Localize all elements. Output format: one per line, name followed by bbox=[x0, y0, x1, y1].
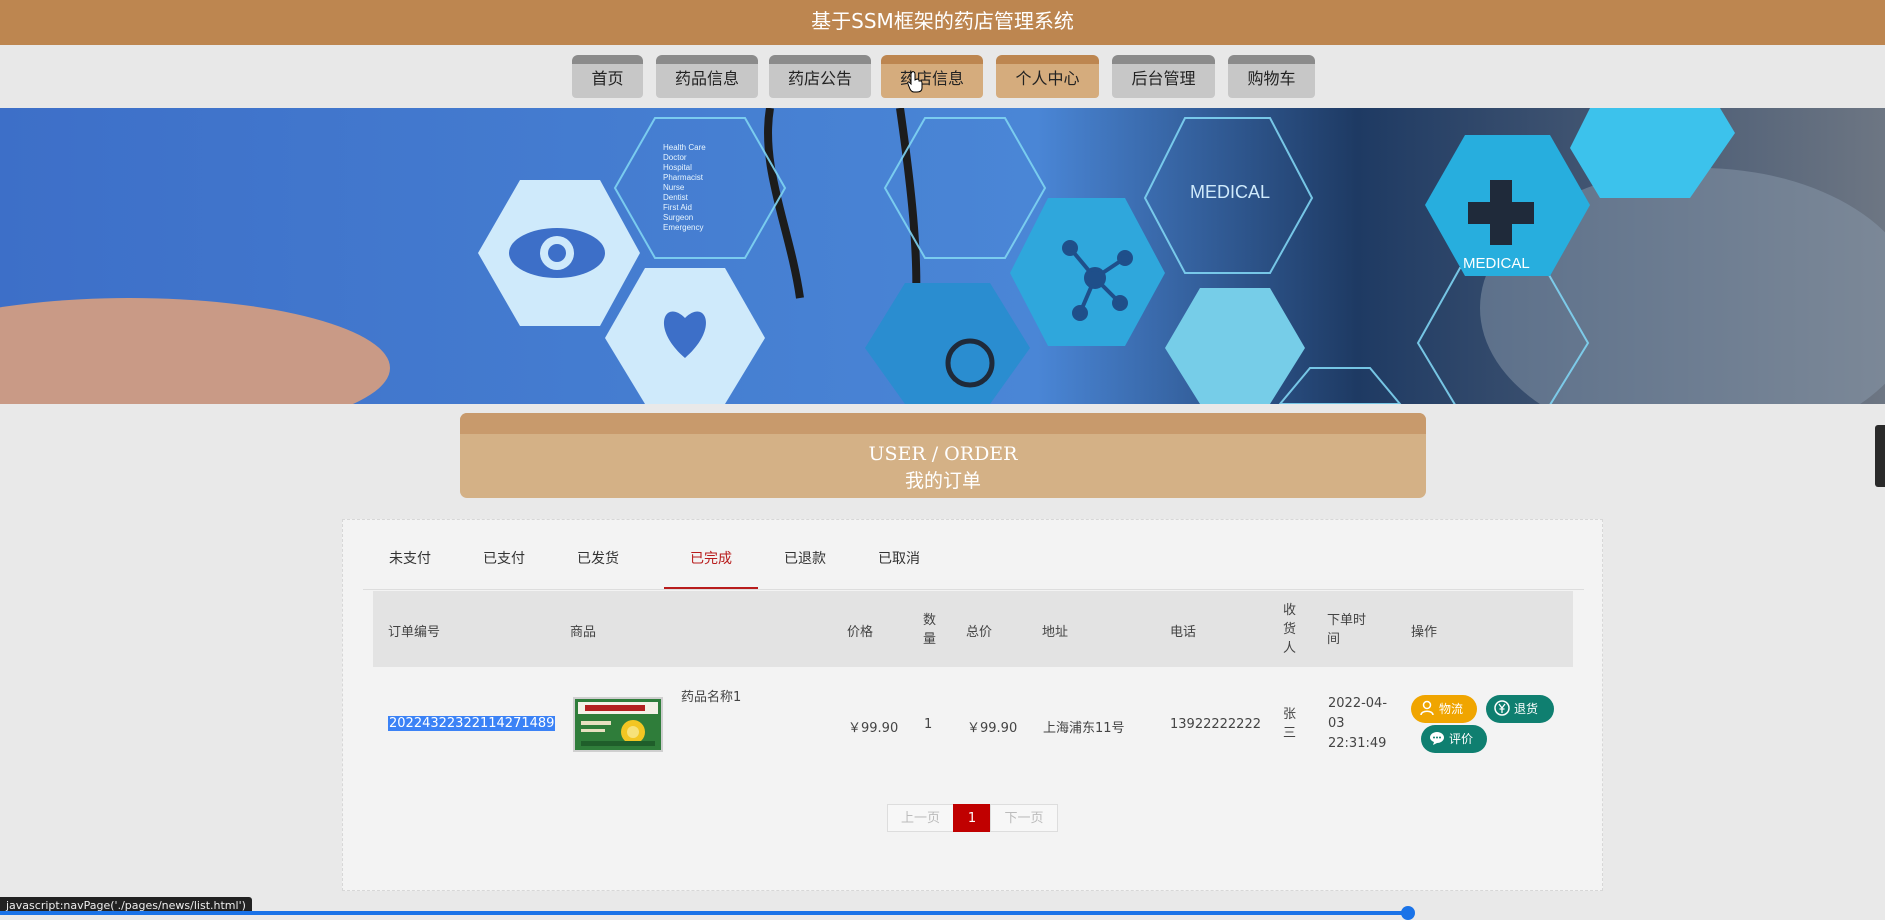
cell-phone: 13922222222 bbox=[1170, 717, 1261, 732]
tab-refunded[interactable]: 已退款 bbox=[758, 535, 852, 589]
side-float-tab[interactable] bbox=[1875, 425, 1885, 487]
tab-paid[interactable]: 已支付 bbox=[457, 535, 551, 589]
app-title: 基于SSM框架的药店管理系统 bbox=[811, 9, 1074, 33]
th-price: 价格 bbox=[847, 625, 874, 640]
th-order-no: 订单编号 bbox=[388, 625, 441, 640]
nav-store-info[interactable]: 药店信息 bbox=[881, 55, 983, 98]
main-nav: 首页 药品信息 药店公告 药店信息 个人中心 后台管理 购物车 bbox=[0, 45, 1885, 108]
hand-cursor-icon bbox=[907, 71, 923, 93]
tab-cancelled[interactable]: 已取消 bbox=[852, 535, 946, 589]
section-title-cn: 我的订单 bbox=[904, 470, 981, 492]
th-order-time: 下单时间 bbox=[1327, 613, 1367, 647]
goods-package-image bbox=[575, 699, 661, 750]
order-table-header: 订单编号 商品 价格 数量 总价 地址 电话 收货人 下单时间 操作 bbox=[373, 591, 1573, 667]
nav-store-notice[interactable]: 药店公告 bbox=[769, 55, 871, 98]
tab-completed[interactable]: 已完成 bbox=[664, 535, 758, 589]
banner-list-text-5: Nurse bbox=[663, 183, 685, 192]
progress-knob bbox=[1401, 906, 1415, 920]
logistics-label: 物流 bbox=[1439, 702, 1464, 716]
th-goods: 商品 bbox=[570, 625, 597, 640]
app-title-bar: 基于SSM框架的药店管理系统 bbox=[0, 0, 1885, 45]
progress-fill bbox=[0, 911, 1408, 915]
section-title-en: USER / ORDER bbox=[868, 443, 1018, 465]
tab-shipped[interactable]: 已发货 bbox=[551, 535, 645, 589]
order-number[interactable]: 20224322322114271489 bbox=[388, 716, 556, 731]
th-total: 总价 bbox=[966, 625, 993, 640]
refund-label: 退货 bbox=[1514, 702, 1539, 716]
refund-button[interactable]: 退货 bbox=[1486, 695, 1554, 723]
comment-icon bbox=[1430, 732, 1444, 745]
banner-hex-label-2: MEDICAL bbox=[1463, 255, 1530, 272]
order-panel: 未支付 已支付 已发货 已完成 已退款 已取消 订单编号 商品 价格 数量 总价… bbox=[342, 519, 1603, 891]
user-icon bbox=[1420, 700, 1434, 716]
tab-unpaid[interactable]: 未支付 bbox=[363, 535, 457, 589]
pagination: 上一页 1 下一页 bbox=[887, 804, 1058, 832]
cell-receiver: 张三 bbox=[1283, 707, 1297, 741]
banner-list-text-2: Doctor bbox=[663, 153, 687, 162]
nav-personal-center[interactable]: 个人中心 bbox=[996, 55, 1099, 98]
next-page-button[interactable]: 下一页 bbox=[990, 804, 1058, 832]
banner-list-text-1: Health Care bbox=[663, 143, 706, 152]
review-button[interactable]: 评价 bbox=[1421, 725, 1487, 753]
page-1-button[interactable]: 1 bbox=[953, 804, 991, 832]
th-receiver: 收货人 bbox=[1283, 603, 1297, 656]
banner-list-text-9: Emergency bbox=[663, 223, 703, 232]
cell-price: ￥99.90 bbox=[848, 721, 899, 736]
banner-list-text-3: Hospital bbox=[663, 163, 692, 172]
cell-qty: 1 bbox=[924, 717, 933, 732]
section-title-box: USER / ORDER 我的订单 bbox=[460, 413, 1426, 498]
banner-list-text-8: Surgeon bbox=[663, 213, 693, 222]
order-status-tabs: 未支付 已支付 已发货 已完成 已退款 已取消 bbox=[363, 535, 1584, 590]
th-phone: 电话 bbox=[1170, 625, 1197, 640]
yen-icon bbox=[1494, 700, 1510, 716]
goods-thumbnail[interactable] bbox=[573, 697, 663, 752]
cell-order-no: 20224322322114271489 bbox=[388, 716, 556, 731]
logistics-button[interactable]: 物流 bbox=[1411, 695, 1477, 723]
cell-address: 上海浦东11号 bbox=[1043, 721, 1125, 736]
nav-drug-info[interactable]: 药品信息 bbox=[656, 55, 758, 98]
hero-banner: MEDICAL MEDICAL Health Care Doctor Hospi… bbox=[0, 108, 1885, 404]
th-actions: 操作 bbox=[1411, 625, 1438, 640]
banner-list-text-7: First Aid bbox=[663, 203, 692, 212]
th-address: 地址 bbox=[1042, 625, 1069, 640]
th-qty: 数量 bbox=[923, 613, 937, 647]
nav-cart[interactable]: 购物车 bbox=[1228, 55, 1315, 98]
medical-banner-image: MEDICAL MEDICAL Health Care Doctor Hospi… bbox=[0, 108, 1885, 404]
prev-page-button[interactable]: 上一页 bbox=[887, 804, 954, 832]
nav-home[interactable]: 首页 bbox=[572, 55, 643, 98]
nav-admin[interactable]: 后台管理 bbox=[1112, 55, 1215, 98]
page-load-progress bbox=[0, 906, 1885, 920]
review-label: 评价 bbox=[1449, 732, 1474, 746]
banner-hex-label-1: MEDICAL bbox=[1190, 182, 1270, 202]
banner-list-text-4: Pharmacist bbox=[663, 173, 704, 182]
cell-total: ￥99.90 bbox=[967, 721, 1018, 736]
table-row: 20224322322114271489 药品名称1 ￥99.90 1 ￥99.… bbox=[373, 667, 1573, 777]
banner-list-text-6: Dentist bbox=[663, 193, 689, 202]
goods-name[interactable]: 药品名称1 bbox=[681, 686, 741, 705]
cell-order-time: 2022-04-03 22:31:49 bbox=[1328, 696, 1388, 751]
title-strip bbox=[460, 413, 1426, 434]
